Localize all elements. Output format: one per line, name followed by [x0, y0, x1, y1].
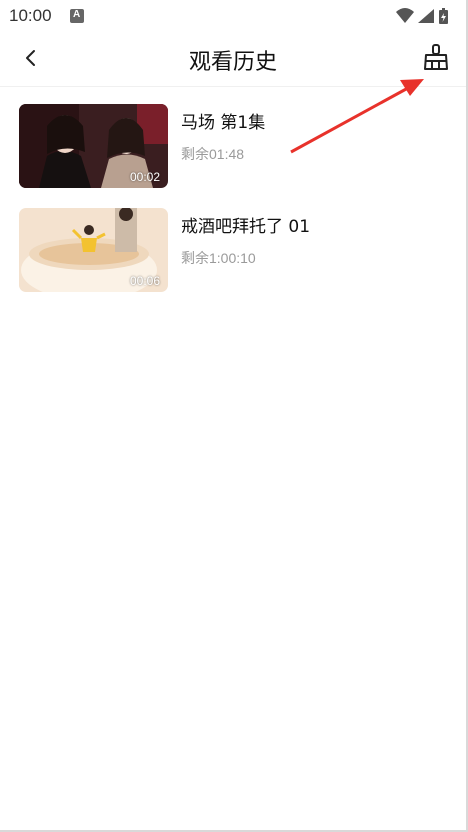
history-item[interactable]: 00:02 马场 第1集 剩余01:48: [19, 104, 449, 188]
video-thumbnail[interactable]: 00:02: [19, 104, 168, 188]
video-duration: 00:06: [129, 274, 160, 288]
status-icons: [396, 8, 448, 24]
top-app-bar: 观看历史: [0, 34, 466, 87]
history-item[interactable]: 00:06 戒酒吧拜托了 01 剩余1:00:10: [19, 208, 449, 292]
video-duration: 00:02: [129, 170, 160, 184]
status-bar: 10:00 A: [0, 0, 466, 34]
video-title: 戒酒吧拜托了 01: [181, 217, 311, 237]
page-title: 观看历史: [188, 50, 277, 75]
video-title: 马场 第1集: [181, 113, 266, 133]
signal-icon: [418, 9, 434, 23]
notification-icon: A: [70, 9, 84, 23]
battery-icon: [439, 8, 448, 24]
notification-icon-label: A: [73, 9, 81, 20]
status-time: 10:00: [9, 6, 52, 25]
remaining-time: 剩余01:48: [181, 146, 245, 162]
wifi-icon: [396, 8, 414, 23]
broom-icon[interactable]: [420, 42, 452, 74]
remaining-time: 剩余1:00:10: [181, 250, 256, 266]
video-thumbnail[interactable]: 00:06: [19, 208, 168, 292]
